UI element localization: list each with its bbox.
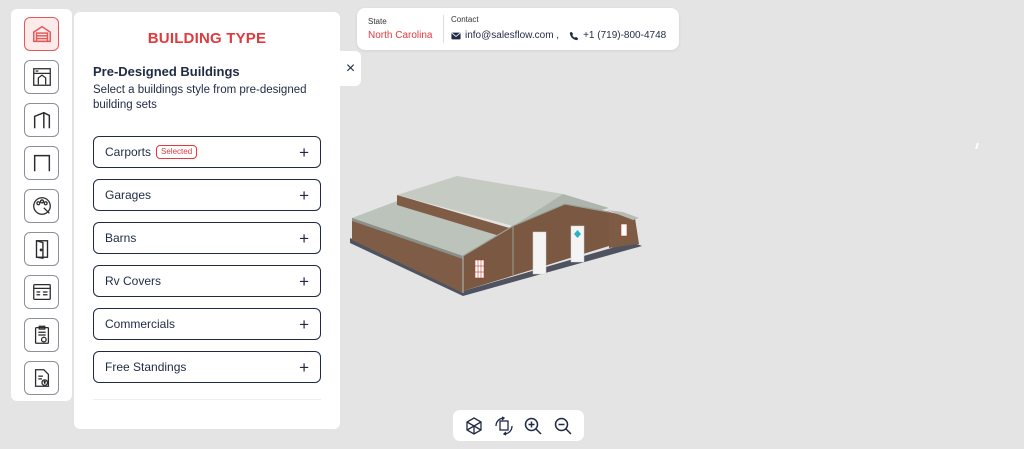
panel-description: Select a buildings style from pre-design…	[93, 84, 307, 111]
building-3d-preview[interactable]	[345, 160, 645, 305]
envelope-icon	[451, 32, 461, 39]
building-plan-icon	[32, 68, 51, 86]
building-type-panel: BUILDING TYPE Pre-Designed Buildings Sel…	[74, 12, 340, 429]
panel-divider	[93, 399, 321, 400]
location-contact-card: State North Carolina Contact info@salesf…	[357, 8, 679, 50]
rail-color-palette-button[interactable]	[24, 189, 59, 223]
accordion-label: Garages	[105, 188, 152, 202]
state-label: State	[368, 17, 387, 26]
rail-garage-button[interactable]	[24, 17, 59, 51]
frame-outline-icon	[33, 154, 50, 172]
accordion-garages[interactable]: Garages +	[93, 179, 321, 211]
zoom-in-button[interactable]	[522, 415, 544, 437]
zoom-in-icon	[525, 417, 542, 435]
clipboard-check-icon	[34, 325, 49, 344]
document-upload-icon	[34, 369, 49, 387]
contact-email[interactable]: info@salesflow.com ,	[465, 30, 559, 41]
accordion-carports[interactable]: Carports Selected +	[93, 136, 321, 168]
rail-options-button[interactable]	[24, 275, 59, 309]
rotate-view-icon	[494, 415, 513, 436]
view-toolbar	[453, 410, 584, 441]
window	[475, 260, 484, 278]
plus-icon: +	[299, 142, 309, 162]
cube-view-icon	[466, 416, 482, 435]
rail-building-plan-button[interactable]	[24, 60, 59, 94]
tool-rail	[11, 9, 72, 401]
stray-mark	[975, 143, 979, 149]
accordion-label: Carports	[105, 145, 152, 159]
roof-frame-icon	[33, 111, 50, 129]
selected-badge: Selected	[156, 145, 198, 159]
contact-phone[interactable]: +1 (719)-800-4748	[583, 30, 666, 41]
plus-icon: +	[299, 314, 309, 334]
phone-icon	[569, 31, 579, 40]
door-icon	[35, 240, 48, 259]
walk-door-1	[532, 231, 547, 275]
side-window	[620, 223, 628, 237]
rail-clipboard-button[interactable]	[24, 318, 59, 352]
plus-icon: +	[299, 357, 309, 377]
zoom-out-button[interactable]	[552, 415, 574, 437]
zoom-out-icon	[554, 417, 572, 435]
info-divider	[443, 15, 444, 43]
rail-frame-outline-button[interactable]	[24, 146, 59, 180]
plus-icon: +	[299, 271, 309, 291]
state-value[interactable]: North Carolina	[368, 30, 432, 41]
contact-label: Contact	[451, 15, 479, 24]
plus-icon: +	[299, 185, 309, 205]
rail-roof-frame-button[interactable]	[24, 103, 59, 137]
accordion-barns[interactable]: Barns +	[93, 222, 321, 254]
accordion-label: Barns	[105, 231, 137, 245]
accordion-label: Free Standings	[105, 360, 187, 374]
color-palette-icon	[32, 197, 51, 215]
rotate-view-button[interactable]	[493, 415, 515, 437]
garage-icon	[32, 25, 51, 43]
accordion-commercials[interactable]: Commercials +	[93, 308, 321, 340]
panel-title: BUILDING TYPE	[147, 30, 267, 47]
contact-row: info@salesflow.com , +1 (719)-800-4748	[451, 30, 666, 41]
plus-icon: +	[299, 228, 309, 248]
close-icon: ×	[345, 59, 356, 77]
accordion-label: Rv Covers	[105, 274, 162, 288]
accordion-free-standings[interactable]: Free Standings +	[93, 351, 321, 383]
cube-view-button[interactable]	[463, 415, 485, 437]
panel-subtitle: Pre-Designed Buildings	[93, 64, 240, 79]
accordion-rv-covers[interactable]: Rv Covers +	[93, 265, 321, 297]
accordion-label: Commercials	[105, 317, 176, 331]
rail-document-upload-button[interactable]	[24, 361, 59, 395]
options-panel-icon	[32, 284, 51, 300]
close-panel-button[interactable]: ×	[340, 51, 361, 86]
rail-door-button[interactable]	[24, 232, 59, 266]
